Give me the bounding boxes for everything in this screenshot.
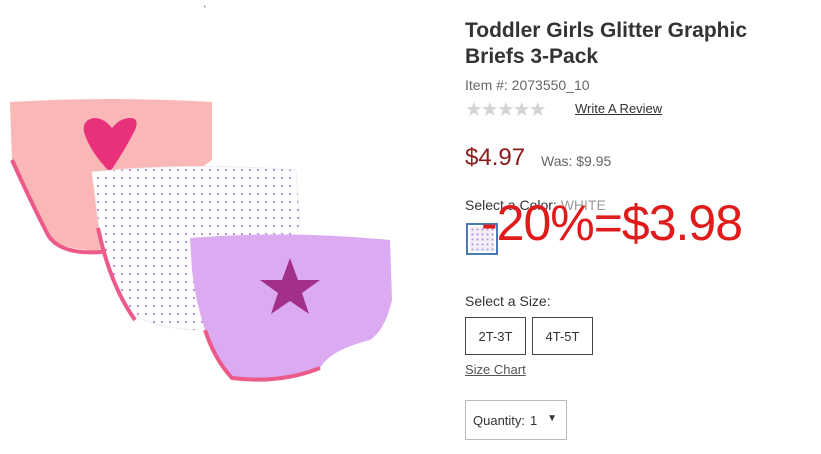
promo-overlay-text: -20%=$3.98 — [481, 195, 743, 251]
lavender-brief — [190, 234, 392, 382]
size-chart-link[interactable]: Size Chart — [465, 362, 526, 377]
sale-price: $4.97 — [465, 144, 526, 171]
was-price: Was: $9.95 — [541, 153, 612, 169]
size-label: Select a Size: — [465, 293, 551, 309]
quantity-value: 1 — [530, 412, 538, 428]
write-review-link[interactable]: Write A Review — [575, 101, 662, 116]
dropdown-caret-icon: ▼ — [547, 413, 557, 424]
product-title: Toddler Girls Glitter Graphic Briefs 3-P… — [465, 19, 747, 68]
item-number: Item #: 2073550_10 — [465, 77, 590, 93]
quantity-label: Quantity: — [473, 412, 526, 428]
quantity-select[interactable]: Quantity: 1 ▼ — [465, 400, 567, 440]
size-option-2t-3t[interactable]: 2T-3T — [465, 317, 526, 355]
rating-stars: ★★★★★ — [465, 99, 547, 121]
briefs-illustration — [10, 99, 392, 382]
product-image[interactable]: ˎ — [0, 0, 440, 454]
image-top-mark: ˎ — [203, 0, 207, 8]
size-option-4t-5t[interactable]: 4T-5T — [532, 317, 593, 355]
